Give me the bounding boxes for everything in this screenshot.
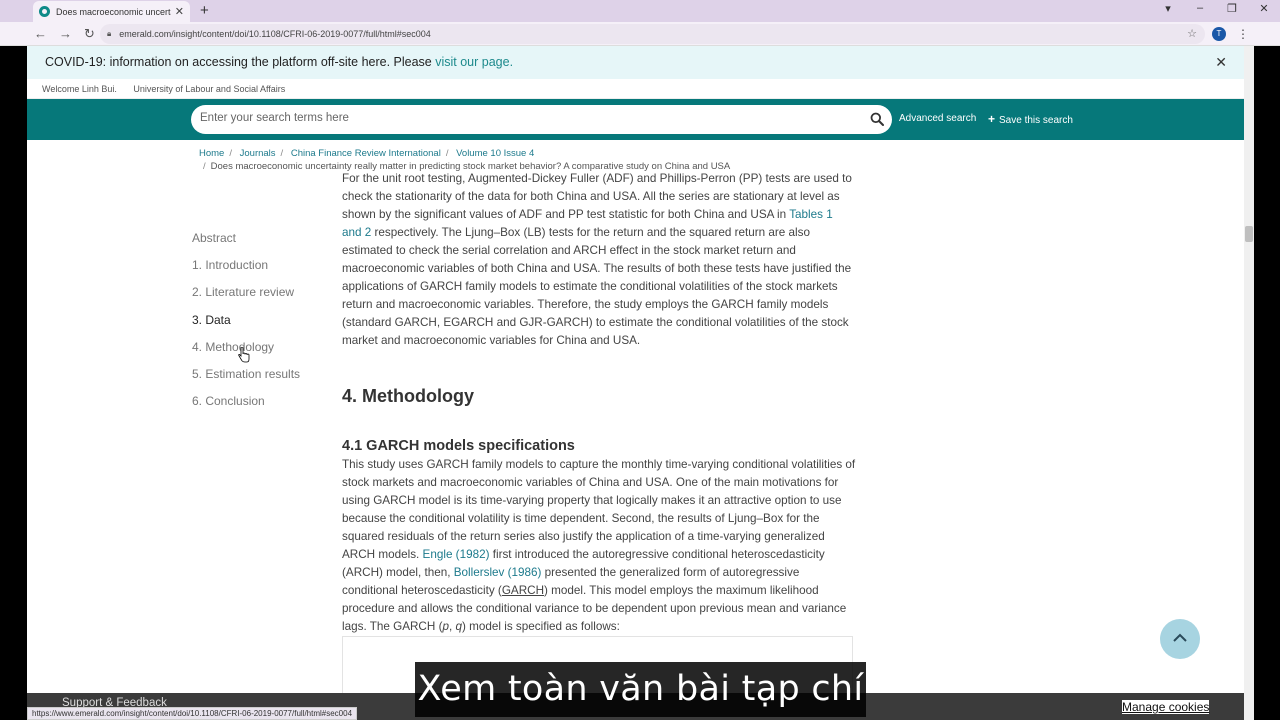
garch-abbreviation[interactable]: GARCH [502, 584, 544, 597]
restore-icon[interactable]: ❐ [1226, 2, 1238, 15]
toc-conclusion[interactable]: 6. Conclusion [192, 394, 300, 421]
tab-search-icon[interactable]: ▾ [1162, 2, 1174, 15]
engle-1982-link[interactable]: Engle (1982) [423, 548, 490, 561]
bollerslev-1986-link[interactable]: Bollerslev (1986) [454, 566, 542, 579]
welcome-bar: Welcome Linh Bui. University of Labour a… [27, 79, 1244, 99]
browser-tab[interactable]: Does macroeconomic uncertainty ✕ [33, 1, 190, 22]
minimize-icon[interactable]: – [1194, 2, 1206, 15]
breadcrumb-home[interactable]: Home [199, 148, 224, 159]
hand-cursor-icon [238, 347, 250, 363]
close-window-icon[interactable]: ✕ [1258, 2, 1270, 15]
search-icon[interactable] [870, 112, 884, 126]
data-section-paragraph: For the unit root testing, Augmented-Dic… [342, 170, 854, 350]
table-of-contents: Abstract 1. Introduction 2. Literature r… [192, 231, 300, 421]
scrollbar-thumb[interactable] [1245, 226, 1253, 242]
search-box [191, 105, 892, 134]
profile-avatar[interactable]: T [1212, 27, 1226, 41]
toc-abstract[interactable]: Abstract [192, 231, 300, 258]
search-input[interactable] [200, 112, 850, 124]
breadcrumb-journals[interactable]: Journals [240, 148, 276, 159]
toc-data[interactable]: 3. Data [192, 313, 300, 340]
chevron-up-icon [1173, 633, 1187, 642]
page-scrollbar[interactable] [1244, 46, 1254, 720]
tab-title: Does macroeconomic uncertainty [56, 6, 171, 17]
garch-paragraph: This study uses GARCH family models to c… [342, 456, 856, 636]
back-to-top-button[interactable] [1160, 619, 1200, 659]
covid-banner: COVID-19: information on accessing the p… [27, 46, 1244, 79]
close-tab-icon[interactable]: ✕ [175, 5, 184, 18]
manage-cookies-link[interactable]: Manage cookies [1122, 700, 1210, 714]
toc-estimation-results[interactable]: 5. Estimation results [192, 367, 300, 394]
browser-tab-strip: Does macroeconomic uncertainty ✕ + ▾ – ❐… [0, 0, 1280, 22]
window-controls: ▾ – ❐ ✕ [1162, 2, 1270, 15]
emerald-favicon-icon [39, 6, 50, 17]
browser-menu-icon[interactable]: ⋮ [1237, 27, 1249, 41]
status-bar-url: https://www.emerald.com/insight/content/… [27, 707, 358, 720]
breadcrumb-issue[interactable]: Volume 10 Issue 4 [456, 148, 534, 159]
forward-arrow-icon[interactable]: → [59, 26, 72, 42]
close-banner-icon[interactable]: ✕ [1215, 54, 1227, 71]
back-arrow-icon[interactable]: ← [34, 26, 47, 42]
search-band: Advanced search +Save this search [27, 99, 1244, 140]
paragraph-text: This study uses GARCH family models to c… [342, 458, 856, 561]
welcome-institution: University of Labour and Social Affairs [133, 84, 286, 94]
welcome-user: Welcome Linh Bui. [42, 84, 117, 94]
paragraph-text: For the unit root testing, Augmented-Dic… [342, 172, 852, 221]
address-bar[interactable]: 🔒︎ emerald.com/insight/content/doi/10.11… [100, 24, 1205, 44]
reload-icon[interactable]: ↻ [84, 26, 95, 42]
methodology-heading: 4. Methodology [342, 386, 474, 406]
video-letterbox [1254, 46, 1280, 720]
garch-subheading: 4.1 GARCH models specifications [342, 438, 575, 454]
video-subtitle: Xem toàn văn bài tạp chí [415, 662, 866, 717]
save-search-button[interactable]: + Save this search [988, 112, 1073, 126]
address-url: emerald.com/insight/content/doi/10.1108/… [119, 29, 431, 39]
visit-our-page-link[interactable]: visit our page. [435, 55, 513, 69]
paragraph-text: respectively. The Ljung–Box (LB) tests f… [342, 226, 852, 347]
web-page: COVID-19: information on accessing the p… [27, 46, 1244, 720]
bookmark-star-icon[interactable]: ☆ [1187, 27, 1197, 40]
nav-buttons: ← → ↻ [34, 26, 95, 42]
browser-toolbar: ← → ↻ 🔒︎ emerald.com/insight/content/doi… [0, 22, 1280, 46]
covid-banner-text: COVID-19: information on accessing the p… [45, 55, 436, 69]
paragraph-text: ) model is specified as follows: [462, 620, 620, 633]
toc-introduction[interactable]: 1. Introduction [192, 258, 300, 285]
lock-icon[interactable]: 🔒︎ [107, 29, 111, 39]
new-tab-button[interactable]: + [200, 2, 209, 19]
plus-icon: + [988, 112, 996, 126]
toc-literature-review[interactable]: 2. Literature review [192, 285, 300, 312]
save-search-label: Save this search [999, 115, 1073, 126]
advanced-search-link[interactable]: Advanced search [899, 113, 976, 124]
breadcrumb-journal[interactable]: China Finance Review International [291, 148, 441, 159]
